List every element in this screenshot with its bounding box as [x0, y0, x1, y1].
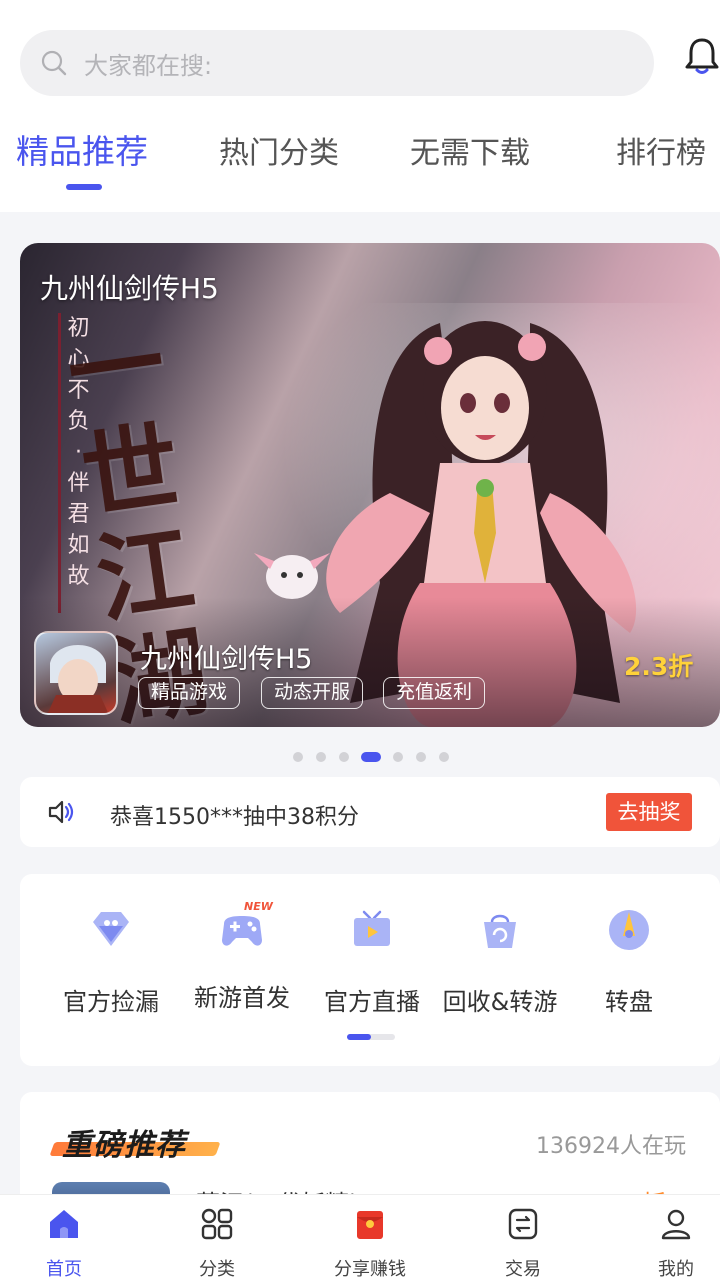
carousel-dot[interactable] — [393, 752, 403, 762]
grid-icon — [201, 1208, 233, 1240]
nav-share-earn[interactable]: 分享赚钱 — [310, 1207, 430, 1280]
banner-title: 九州仙剑传H5 — [40, 272, 219, 305]
players-count: 136924人在玩 — [536, 1134, 686, 1159]
tv-live-icon — [354, 910, 390, 946]
nav-category[interactable]: 分类 — [157, 1207, 277, 1280]
carousel-dot[interactable] — [339, 752, 349, 762]
quick-entry-bargain[interactable]: 官方捡漏 — [46, 908, 176, 1018]
bottom-nav: 首页 分类 分享赚钱 交易 我的 — [0, 1194, 720, 1280]
banner-carousel[interactable]: 初心不负·伴君如故 一世江湖 九州仙剑传H5 九州仙剑传H5 精品游戏 动态开服… — [20, 243, 720, 727]
nav-label: 分享赚钱 — [334, 1259, 406, 1280]
tab-featured[interactable]: 精品推荐 — [16, 125, 148, 173]
banner-shade — [20, 597, 720, 727]
search-icon — [41, 50, 67, 76]
quick-entry-panel: 官方捡漏 NEW 新游首发 官方直播 回收&转游 转盘 — [20, 874, 720, 1066]
tab-indicator — [66, 184, 102, 190]
discount-label: 2.3折 — [624, 652, 694, 681]
new-badge: NEW — [244, 900, 273, 913]
nav-profile[interactable]: 我的 — [616, 1207, 720, 1280]
quick-entry-label: 转盘 — [605, 988, 653, 1016]
home-icon — [50, 1210, 78, 1238]
carousel-dot[interactable] — [316, 752, 326, 762]
lottery-notice: 恭喜1550***抽中38积分 去抽奖 — [20, 777, 720, 847]
bell-icon[interactable] — [684, 36, 720, 76]
quick-entry-scrollbar — [347, 1034, 395, 1040]
recycle-bag-icon — [484, 914, 516, 948]
banner-game-name: 九州仙剑传H5 — [140, 644, 313, 675]
carousel-dot[interactable] — [293, 752, 303, 762]
game-tag: 充值返利 — [383, 677, 486, 709]
speaker-icon — [48, 800, 74, 824]
quick-entry-new-games[interactable]: NEW 新游首发 — [177, 900, 307, 1018]
search-input[interactable]: 大家都在搜: — [20, 30, 654, 96]
tab-bar: 精品推荐 热门分类 无需下载 排行榜 — [0, 128, 720, 188]
game-tag: 精品游戏 — [138, 677, 241, 709]
lottery-button[interactable]: 去抽奖 — [606, 793, 692, 831]
carousel-dot-active[interactable] — [361, 752, 381, 762]
quick-entry-label: 新游首发 — [194, 984, 290, 1012]
quick-entry-wheel[interactable]: 转盘 — [564, 908, 694, 1018]
tab-no-download[interactable]: 无需下载 — [410, 128, 530, 172]
nav-label: 首页 — [46, 1259, 82, 1280]
header: 大家都在搜: 精品推荐 热门分类 无需下载 排行榜 — [0, 0, 720, 212]
carousel-indicator — [0, 752, 720, 762]
game-icon[interactable] — [34, 631, 118, 715]
nav-label: 分类 — [199, 1259, 235, 1280]
red-envelope-icon — [357, 1211, 383, 1239]
nav-trade[interactable]: 交易 — [463, 1207, 583, 1280]
nav-label: 我的 — [658, 1259, 694, 1280]
quick-entry-label: 回收&转游 — [442, 988, 558, 1016]
diamond-icon — [93, 912, 129, 946]
nav-home[interactable]: 首页 — [4, 1207, 124, 1280]
notice-text: 恭喜1550***抽中38积分 — [110, 805, 359, 830]
featured-title: 重磅推荐 — [62, 1128, 186, 1163]
quick-entry-label: 官方直播 — [324, 988, 420, 1016]
nav-label: 交易 — [505, 1259, 541, 1280]
quick-entry-label: 官方捡漏 — [63, 988, 159, 1016]
tab-ranking[interactable]: 排行榜 — [616, 128, 706, 172]
game-avatar-art — [47, 645, 109, 713]
tab-hot-categories[interactable]: 热门分类 — [219, 128, 339, 172]
quick-entry-live[interactable]: 官方直播 — [307, 908, 437, 1018]
carousel-dot[interactable] — [439, 752, 449, 762]
trade-icon — [508, 1208, 538, 1240]
carousel-dot[interactable] — [416, 752, 426, 762]
user-icon — [661, 1209, 691, 1240]
quick-entry-recycle[interactable]: 回收&转游 — [435, 908, 565, 1018]
search-placeholder: 大家都在搜: — [84, 51, 213, 80]
gamepad-new-icon — [222, 916, 262, 946]
wheel-icon — [609, 910, 649, 950]
game-tag: 动态开服 — [261, 677, 364, 709]
